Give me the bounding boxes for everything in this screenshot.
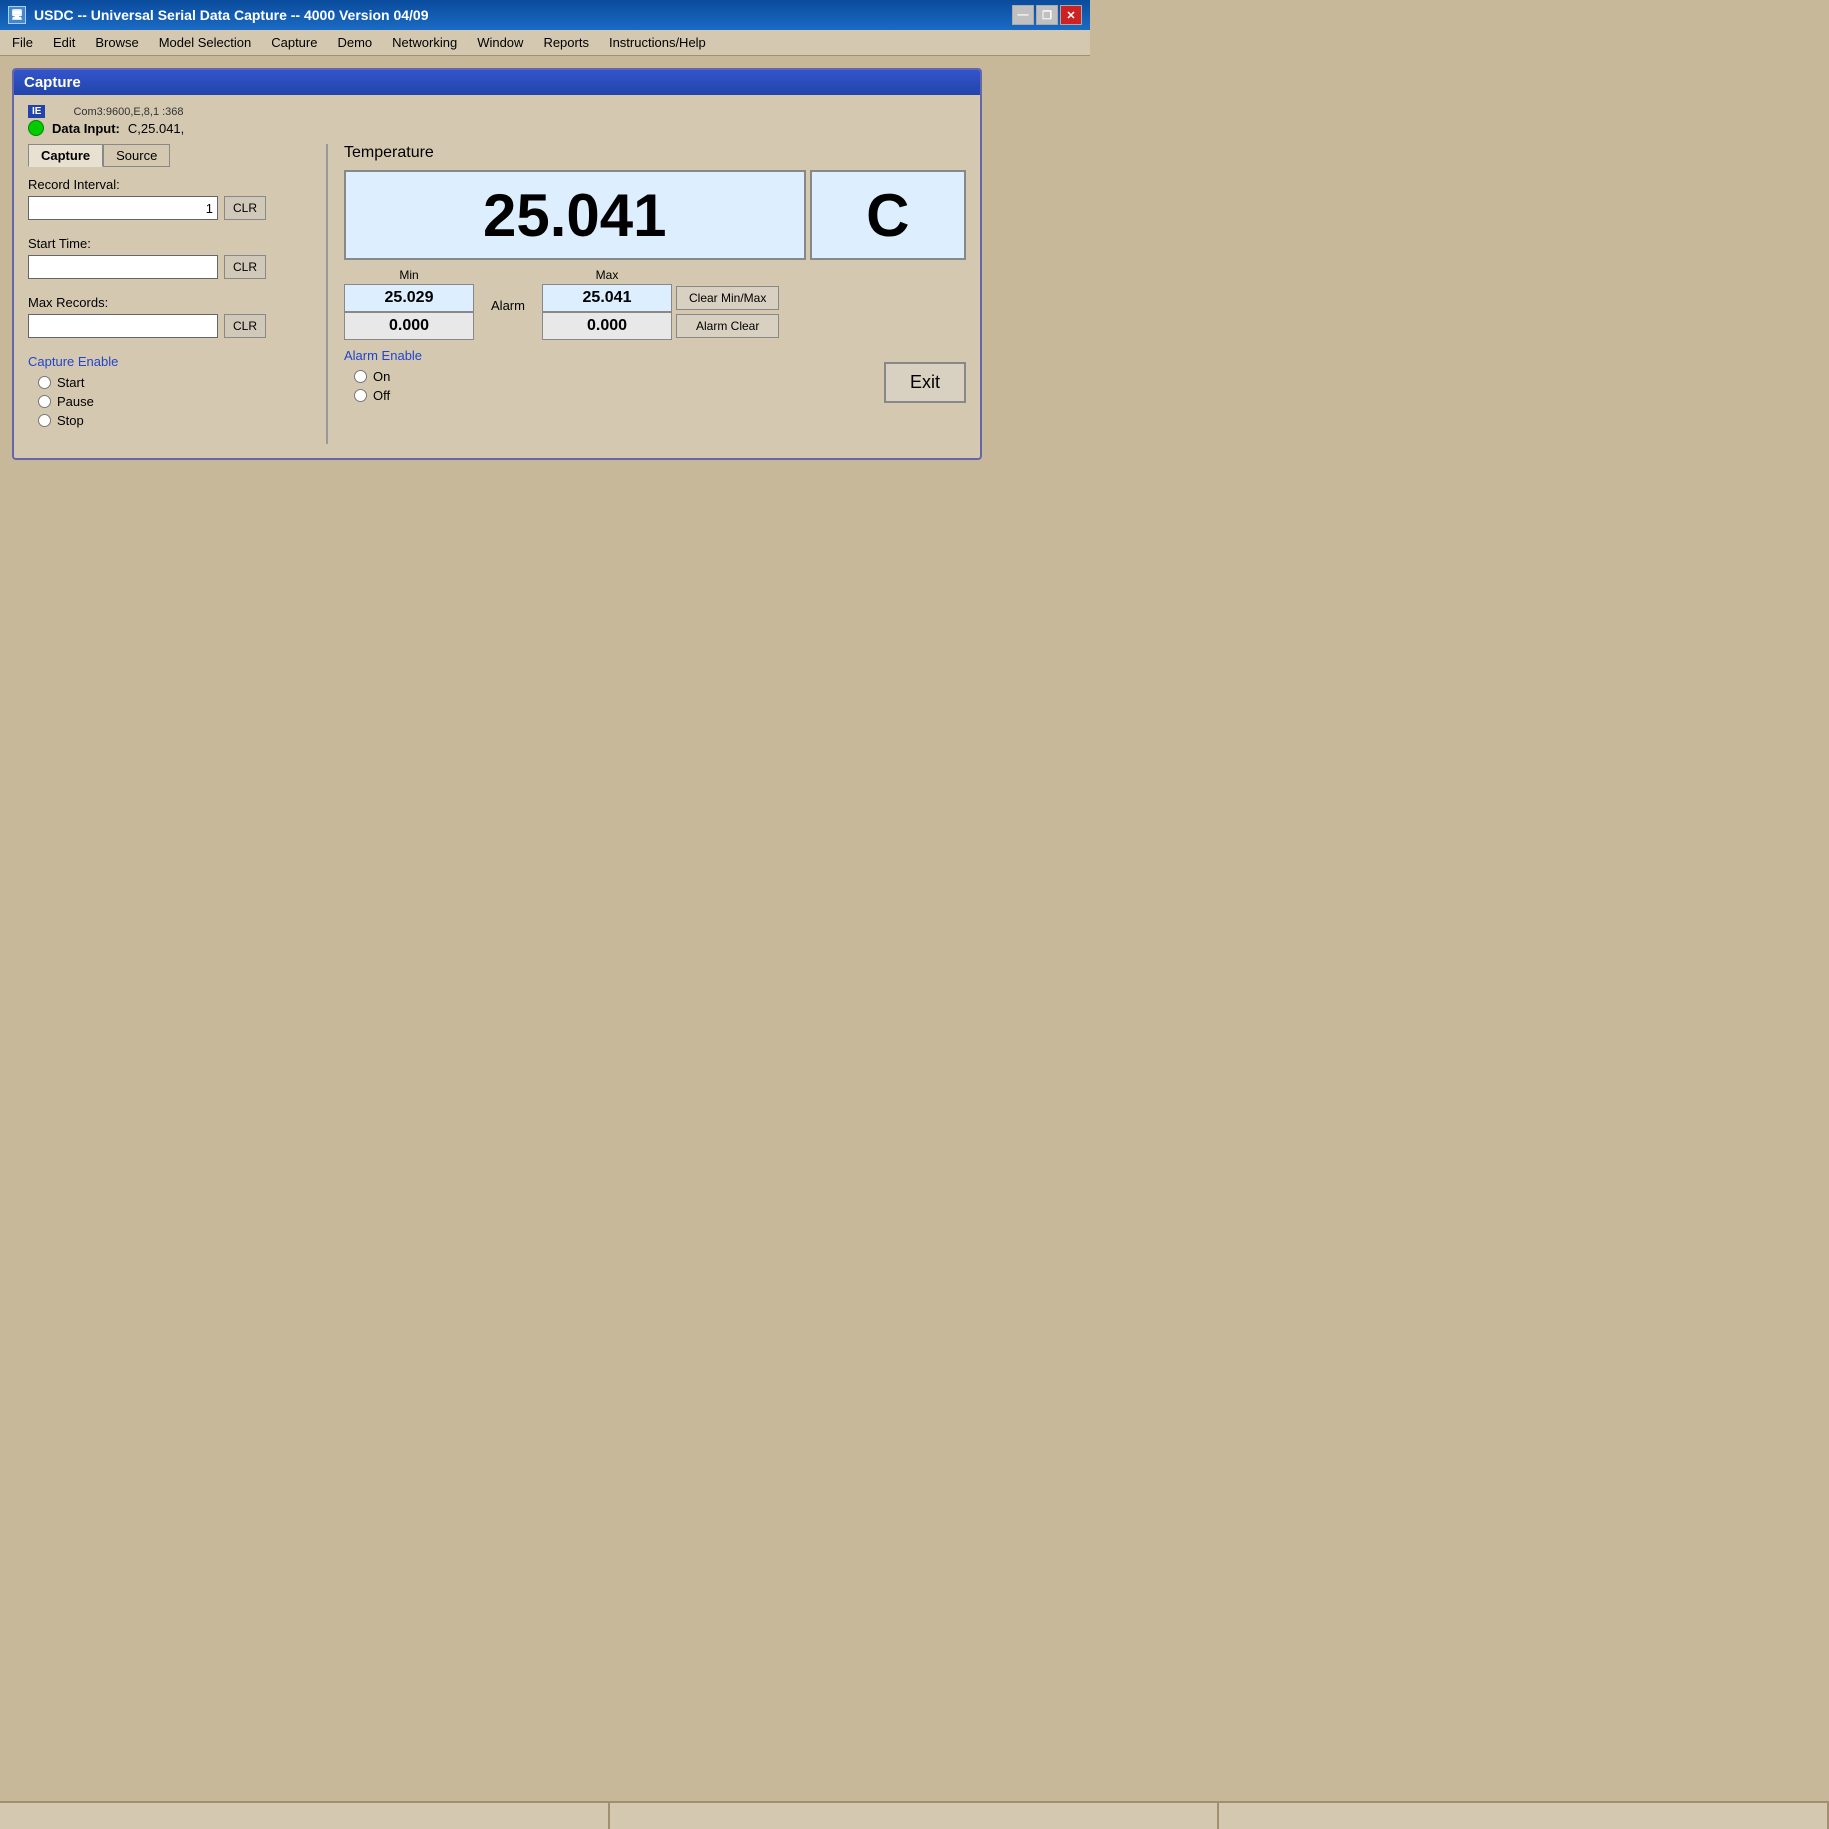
capture-start-label: Start bbox=[57, 375, 84, 390]
capture-pause-label: Pause bbox=[57, 394, 94, 409]
alarm-radio-group: On Off bbox=[344, 369, 422, 403]
alarm-on-option[interactable]: On bbox=[354, 369, 422, 384]
record-interval-label: Record Interval: bbox=[28, 177, 310, 192]
max-records-label: Max Records: bbox=[28, 295, 310, 310]
main-value-box: 25.041 bbox=[344, 170, 806, 260]
com-info: Com3:9600,E,8,1 :368 bbox=[73, 106, 183, 118]
alarm-min-value-box: 0.000 bbox=[344, 312, 474, 340]
min-header: Min bbox=[399, 268, 418, 282]
capture-start-option[interactable]: Start bbox=[38, 375, 310, 390]
alarm-max-value-box: 0.000 bbox=[542, 312, 672, 340]
menu-model-selection[interactable]: Model Selection bbox=[151, 33, 260, 52]
main-content: Capture IE Com3:9600,E,8,1 :368 Data Inp… bbox=[0, 56, 1090, 1060]
capture-stop-label: Stop bbox=[57, 413, 84, 428]
status-segment-1 bbox=[0, 1803, 610, 1829]
menu-file[interactable]: File bbox=[4, 33, 41, 52]
alarm-min-value: 0.000 bbox=[389, 317, 429, 335]
capture-pause-radio[interactable] bbox=[38, 395, 51, 408]
max-records-group: Max Records: CLR bbox=[28, 295, 310, 338]
window-controls[interactable]: — ❐ ✕ bbox=[1012, 5, 1082, 25]
tab-bar: Capture Source bbox=[28, 144, 310, 167]
alarm-off-option[interactable]: Off bbox=[354, 388, 422, 403]
menu-edit[interactable]: Edit bbox=[45, 33, 83, 52]
unit-box: C bbox=[810, 170, 967, 260]
status-segment-2 bbox=[610, 1803, 1220, 1829]
menu-capture[interactable]: Capture bbox=[263, 33, 325, 52]
min-value-box: 25.029 bbox=[344, 284, 474, 312]
app-title: USDC -- Universal Serial Data Capture --… bbox=[34, 7, 429, 23]
menu-reports[interactable]: Reports bbox=[535, 33, 597, 52]
minimize-button[interactable]: — bbox=[1012, 5, 1034, 25]
panels: Capture Source Record Interval: CLR Star… bbox=[28, 144, 966, 444]
menu-networking[interactable]: Networking bbox=[384, 33, 465, 52]
data-input-label: Data Input: bbox=[52, 121, 120, 136]
record-interval-group: Record Interval: CLR bbox=[28, 177, 310, 220]
status-segment-3 bbox=[1219, 1803, 1829, 1829]
exit-button[interactable]: Exit bbox=[884, 362, 966, 403]
status-led bbox=[28, 120, 44, 136]
tab-capture[interactable]: Capture bbox=[28, 144, 103, 167]
start-time-group: Start Time: CLR bbox=[28, 236, 310, 279]
alarm-max-value: 0.000 bbox=[587, 317, 627, 335]
unit-value: C bbox=[866, 181, 909, 250]
status-bar: IE Com3:9600,E,8,1 :368 Data Input: C,25… bbox=[28, 105, 966, 136]
max-col: Max 25.041 0.000 bbox=[542, 268, 672, 340]
alarm-clear-button[interactable]: Alarm Clear bbox=[676, 314, 779, 338]
big-display: 25.041 C bbox=[344, 170, 966, 260]
data-input-value: C,25.041, bbox=[128, 121, 184, 136]
alarm-enable-label: Alarm Enable bbox=[344, 348, 422, 363]
alarm-off-label: Off bbox=[373, 388, 390, 403]
start-time-input[interactable] bbox=[28, 255, 218, 279]
menu-browse[interactable]: Browse bbox=[87, 33, 146, 52]
clear-min-max-button[interactable]: Clear Min/Max bbox=[676, 286, 779, 310]
start-time-label: Start Time: bbox=[28, 236, 310, 251]
capture-enable-label: Capture Enable bbox=[28, 354, 310, 369]
capture-radio-group: Start Pause Stop bbox=[28, 375, 310, 428]
close-button[interactable]: ✕ bbox=[1060, 5, 1082, 25]
max-records-clr-button[interactable]: CLR bbox=[224, 314, 266, 338]
min-col: Min 25.029 0.000 bbox=[344, 268, 474, 340]
start-time-clr-button[interactable]: CLR bbox=[224, 255, 266, 279]
capture-pause-option[interactable]: Pause bbox=[38, 394, 310, 409]
menu-demo[interactable]: Demo bbox=[329, 33, 380, 52]
record-interval-clr-button[interactable]: CLR bbox=[224, 196, 266, 220]
main-value: 25.041 bbox=[483, 181, 667, 250]
max-value: 25.041 bbox=[583, 289, 632, 307]
menu-window[interactable]: Window bbox=[469, 33, 531, 52]
left-panel: Capture Source Record Interval: CLR Star… bbox=[28, 144, 328, 444]
menu-instructions-help[interactable]: Instructions/Help bbox=[601, 33, 714, 52]
tab-source[interactable]: Source bbox=[103, 144, 170, 167]
capture-enable-group: Capture Enable Start Pause bbox=[28, 354, 310, 428]
bottom-status-bar bbox=[0, 1801, 1829, 1829]
title-bar: 🖥 USDC -- Universal Serial Data Capture … bbox=[0, 0, 1090, 30]
capture-window-title: Capture bbox=[14, 70, 980, 95]
record-interval-input[interactable] bbox=[28, 196, 218, 220]
alarm-off-radio[interactable] bbox=[354, 389, 367, 402]
alarm-center-label: Alarm bbox=[491, 298, 525, 313]
bottom-row: Alarm Enable On Off bbox=[344, 348, 966, 403]
alarm-on-label: On bbox=[373, 369, 390, 384]
capture-start-radio[interactable] bbox=[38, 376, 51, 389]
restore-button[interactable]: ❐ bbox=[1036, 5, 1058, 25]
ie-badge: IE bbox=[28, 105, 45, 118]
right-panel: Temperature 25.041 C Min bbox=[328, 144, 966, 444]
app-icon: 🖥 bbox=[8, 6, 26, 24]
action-buttons: Clear Min/Max Alarm Clear bbox=[676, 268, 779, 338]
min-value: 25.029 bbox=[385, 289, 434, 307]
alarm-enable-group: Alarm Enable On Off bbox=[344, 348, 422, 403]
capture-stop-option[interactable]: Stop bbox=[38, 413, 310, 428]
alarm-on-radio[interactable] bbox=[354, 370, 367, 383]
menu-bar: File Edit Browse Model Selection Capture… bbox=[0, 30, 1090, 56]
alarm-center-col: Alarm bbox=[478, 268, 538, 313]
temperature-label: Temperature bbox=[344, 144, 966, 162]
max-header: Max bbox=[596, 268, 619, 282]
max-value-box: 25.041 bbox=[542, 284, 672, 312]
capture-window: Capture IE Com3:9600,E,8,1 :368 Data Inp… bbox=[12, 68, 982, 460]
capture-stop-radio[interactable] bbox=[38, 414, 51, 427]
max-records-input[interactable] bbox=[28, 314, 218, 338]
